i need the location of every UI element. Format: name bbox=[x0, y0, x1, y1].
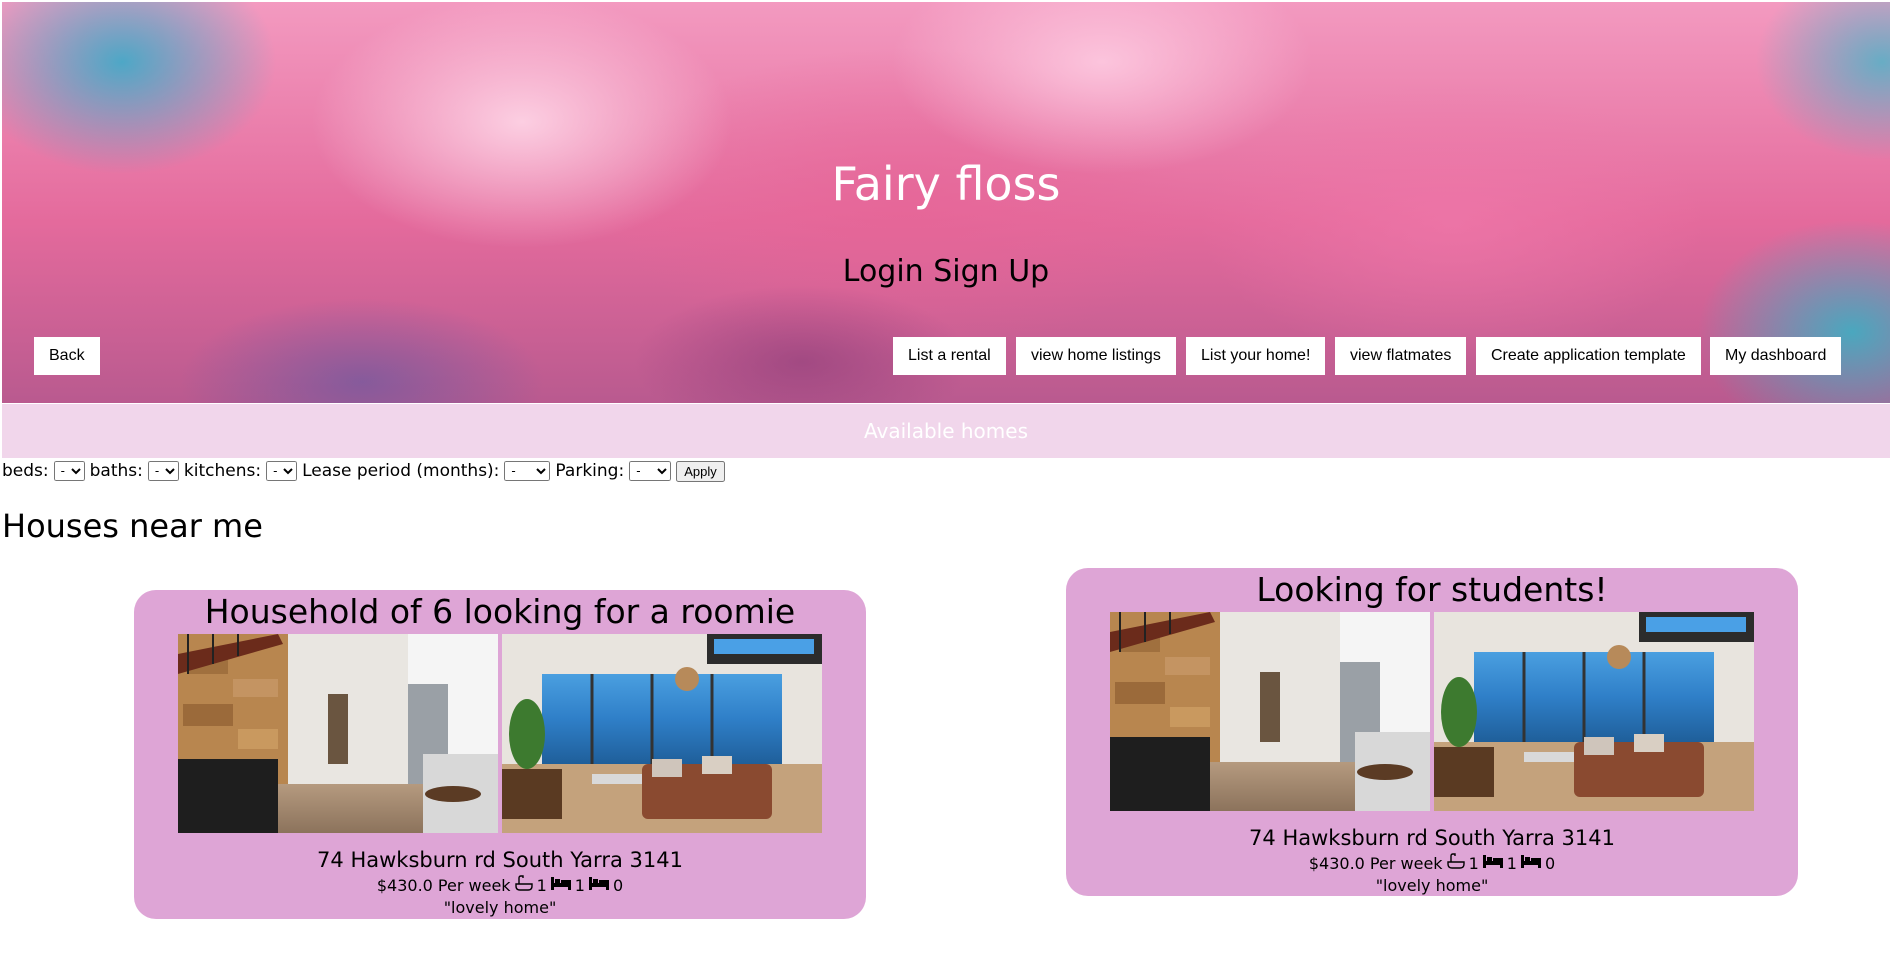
lease-period-label: Lease period (months): bbox=[302, 461, 500, 481]
list-your-home-button[interactable]: List your home! bbox=[1186, 337, 1326, 375]
bath-icon bbox=[514, 875, 534, 897]
list-rental-button[interactable]: List a rental bbox=[893, 337, 1006, 375]
parking-select[interactable]: - bbox=[629, 461, 672, 481]
listing-photos bbox=[134, 634, 866, 833]
listing-address: 74 Hawksburn rd South Yarra 3141 bbox=[1249, 826, 1615, 850]
baths-label: baths: bbox=[89, 461, 143, 481]
listing-meta: $430.0 Per week 1 1 0 bbox=[134, 875, 866, 897]
listing-description: "lovely home" bbox=[1375, 876, 1489, 895]
kitchen-photo[interactable] bbox=[178, 634, 498, 833]
kitchens-select[interactable]: - bbox=[266, 461, 298, 481]
my-dashboard-button[interactable]: My dashboard bbox=[1710, 337, 1842, 375]
listing-parking: 0 bbox=[612, 876, 624, 895]
bed-icon bbox=[1482, 853, 1504, 875]
listing-card[interactable]: Household of 6 looking for a roomie 74 H… bbox=[134, 590, 866, 919]
apply-filters-button[interactable]: Apply bbox=[676, 460, 725, 482]
kitchens-label: kitchens: bbox=[183, 461, 262, 481]
bath-icon bbox=[1446, 853, 1466, 875]
listing-photos bbox=[1066, 612, 1798, 811]
listing-parking: 0 bbox=[1544, 854, 1556, 873]
listing-address: 74 Hawksburn rd South Yarra 3141 bbox=[317, 848, 683, 872]
living-room-photo[interactable] bbox=[1434, 612, 1754, 811]
view-flatmates-button[interactable]: view flatmates bbox=[1335, 337, 1467, 375]
listing-meta: $430.0 Per week 1 1 0 bbox=[1066, 853, 1798, 875]
listing-baths: 1 bbox=[1468, 854, 1479, 873]
car-icon bbox=[588, 875, 610, 897]
section-title: Houses near me bbox=[2, 507, 263, 545]
listing-price: $430.0 Per week bbox=[376, 876, 511, 895]
create-application-template-button[interactable]: Create application template bbox=[1476, 337, 1701, 375]
listing-title: Looking for students! bbox=[1256, 570, 1608, 609]
bed-icon bbox=[550, 875, 572, 897]
listing-price: $430.0 Per week bbox=[1308, 854, 1443, 873]
listing-card[interactable]: Looking for students! 74 Hawksburn rd So… bbox=[1066, 568, 1798, 896]
back-button[interactable]: Back bbox=[34, 337, 100, 375]
beds-label: beds: bbox=[2, 461, 49, 481]
login-link[interactable]: Login bbox=[843, 254, 924, 289]
view-home-listings-button[interactable]: view home listings bbox=[1016, 337, 1176, 375]
parking-label: Parking: bbox=[555, 461, 625, 481]
hero-banner: Fairy floss Login Sign Up Back List a re… bbox=[2, 2, 1890, 403]
listing-beds: 1 bbox=[1506, 854, 1517, 873]
site-title: Fairy floss bbox=[831, 157, 1061, 211]
listing-baths: 1 bbox=[536, 876, 547, 895]
lease-period-select[interactable]: - bbox=[504, 461, 551, 481]
beds-select[interactable]: - bbox=[53, 461, 85, 481]
listing-beds: 1 bbox=[574, 876, 585, 895]
available-homes-bar: Available homes bbox=[2, 404, 1890, 458]
kitchen-photo[interactable] bbox=[1110, 612, 1430, 811]
listing-description: "lovely home" bbox=[443, 898, 557, 917]
living-room-photo[interactable] bbox=[502, 634, 822, 833]
car-icon bbox=[1520, 853, 1542, 875]
listing-title: Household of 6 looking for a roomie bbox=[204, 592, 796, 631]
baths-select[interactable]: - bbox=[147, 461, 179, 481]
auth-links: Login Sign Up bbox=[2, 252, 1890, 292]
filter-bar: beds: - baths: - kitchens: - Lease perio… bbox=[2, 459, 725, 483]
signup-link[interactable]: Sign Up bbox=[933, 254, 1049, 289]
